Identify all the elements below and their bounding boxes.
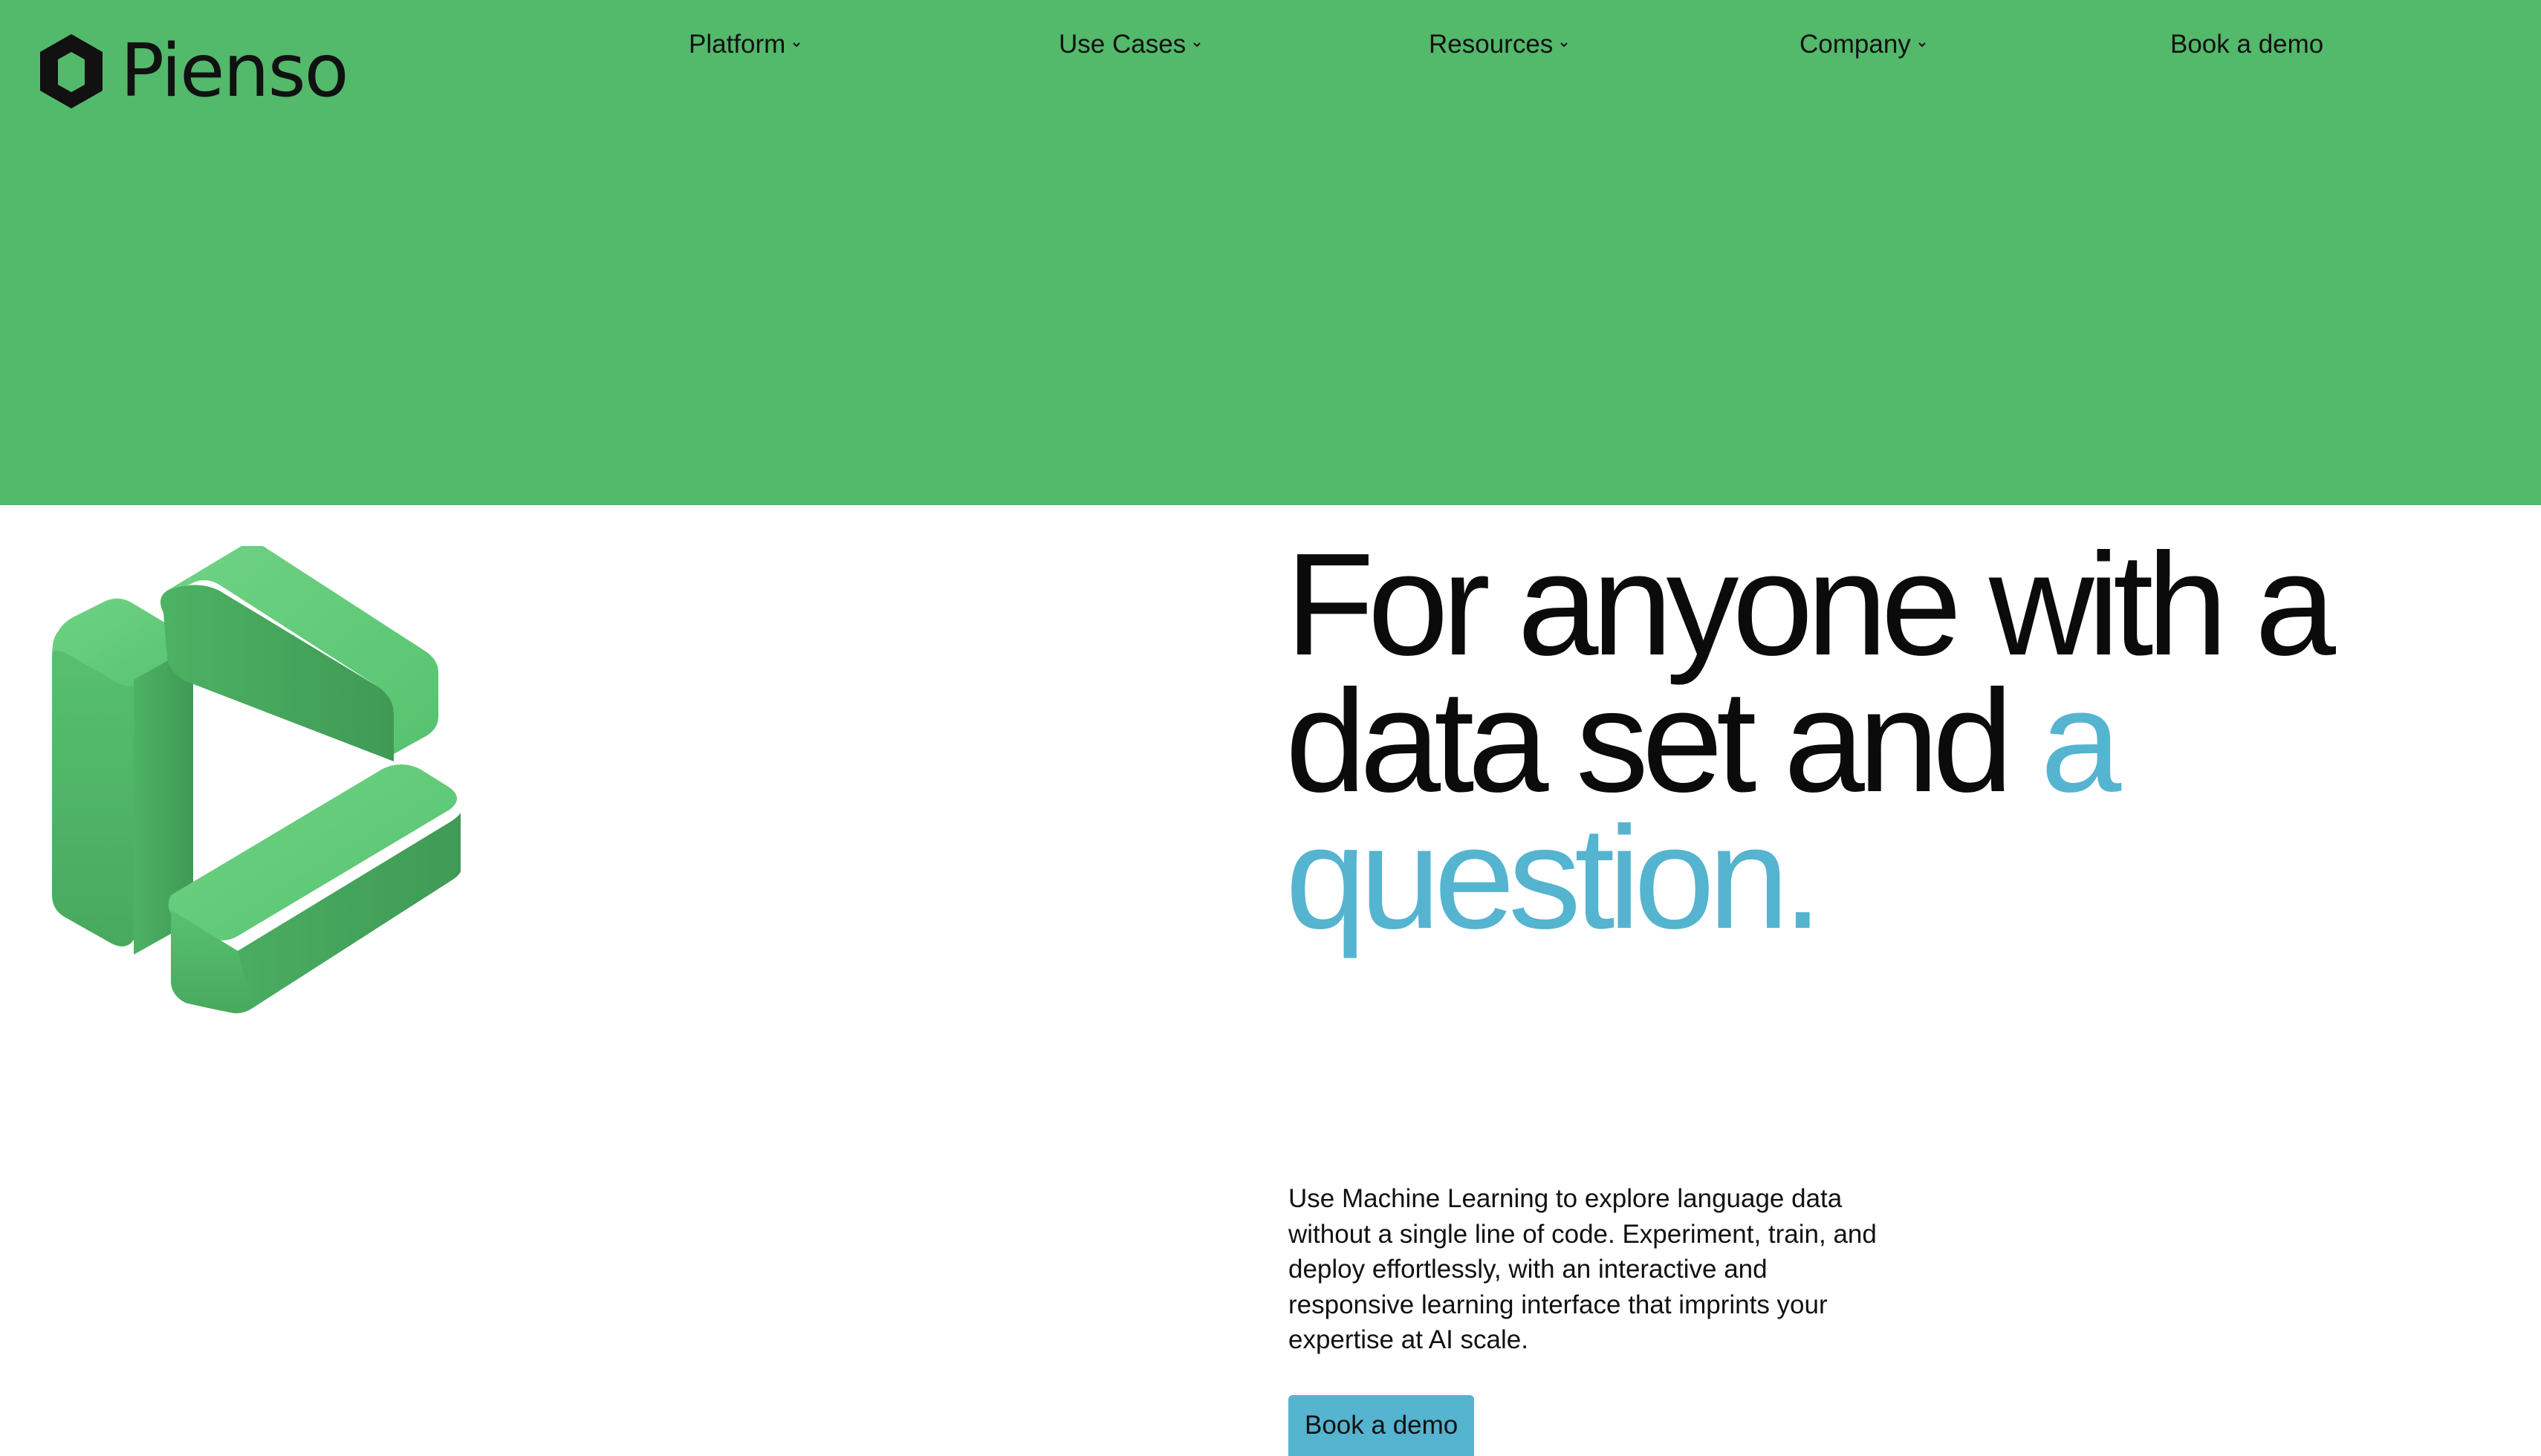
nav-item-resources[interactable]: Resources — [1429, 30, 1569, 59]
nav-item-platform[interactable]: Platform — [689, 30, 802, 59]
nav-item-label: Resources — [1429, 30, 1554, 59]
nav-item-use-cases[interactable]: Use Cases — [1059, 30, 1202, 59]
chevron-down-icon — [1193, 42, 1201, 48]
chevron-down-icon — [1560, 42, 1568, 48]
chevron-down-icon — [793, 42, 801, 48]
nav-book-demo-label: Book a demo — [2170, 30, 2324, 59]
nav-item-label: Platform — [689, 30, 786, 59]
nav-item-company[interactable]: Company — [1800, 30, 1927, 59]
headline-main-text: For anyone with a data set and — [1285, 523, 2336, 822]
book-demo-button[interactable]: Book a demo — [1288, 1395, 1475, 1456]
nav-item-label: Use Cases — [1059, 30, 1187, 59]
hero-headline: For anyone with a data set and a questio… — [1285, 532, 2400, 951]
chevron-down-icon — [1918, 42, 1926, 48]
main-nav: Platform Use Cases Resources Company Boo… — [0, 30, 2541, 67]
nav-item-label: Company — [1800, 30, 1911, 59]
hero-3d-logo-illustration — [52, 546, 461, 1014]
hero-top-band — [0, 0, 2541, 505]
hero-lead-paragraph: Use Machine Learning to explore language… — [1288, 1184, 1877, 1354]
nav-book-demo-link[interactable]: Book a demo — [2170, 30, 2323, 59]
